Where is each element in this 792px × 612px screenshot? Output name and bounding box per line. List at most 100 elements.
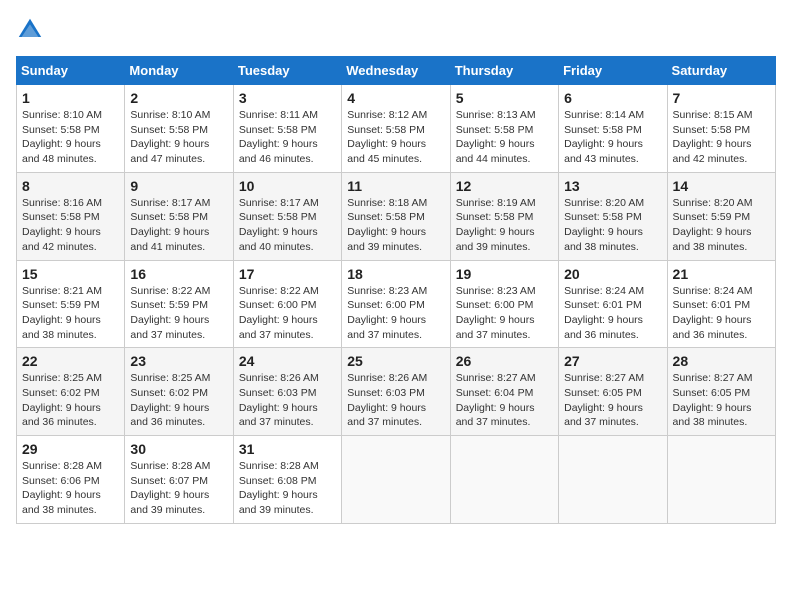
day-number: 1	[22, 90, 119, 106]
day-info: Sunrise: 8:13 AM Sunset: 5:58 PM Dayligh…	[456, 108, 553, 167]
day-number: 4	[347, 90, 444, 106]
day-info: Sunrise: 8:26 AM Sunset: 6:03 PM Dayligh…	[239, 371, 336, 430]
day-number: 17	[239, 266, 336, 282]
day-number: 25	[347, 353, 444, 369]
calendar-cell: 6Sunrise: 8:14 AM Sunset: 5:58 PM Daylig…	[559, 85, 667, 173]
calendar-cell: 20 Sunrise: 8:24 AM Sunset: 6:01 PM Dayli…	[559, 260, 667, 348]
day-info: Sunrise: 8:17 AM Sunset: 5:58 PM Dayligh…	[130, 196, 227, 255]
day-number: 29	[22, 441, 119, 457]
calendar-cell	[667, 436, 775, 524]
day-info: Sunrise: 8:11 AM Sunset: 5:58 PM Dayligh…	[239, 108, 336, 167]
day-number: 26	[456, 353, 553, 369]
calendar-cell: 18 Sunrise: 8:23 AM Sunset: 6:00 PM Dayli…	[342, 260, 450, 348]
day-info: Sunrise: 8:25 AM Sunset: 6:02 PM Dayligh…	[22, 371, 119, 430]
day-info: Sunrise: 8:23 AM Sunset: 6:00 PM Dayligh…	[347, 284, 444, 343]
day-number: 9	[130, 178, 227, 194]
day-info: Sunrise: 8:27 AM Sunset: 6:04 PM Dayligh…	[456, 371, 553, 430]
day-number: 31	[239, 441, 336, 457]
calendar-cell: 29 Sunrise: 8:28 AM Sunset: 6:06 PM Dayli…	[17, 436, 125, 524]
day-info: Sunrise: 8:26 AM Sunset: 6:03 PM Dayligh…	[347, 371, 444, 430]
calendar-header: SundayMondayTuesdayWednesdayThursdayFrid…	[17, 57, 776, 85]
weekday-header-monday: Monday	[125, 57, 233, 85]
day-info: Sunrise: 8:28 AM Sunset: 6:06 PM Dayligh…	[22, 459, 119, 518]
weekday-header-friday: Friday	[559, 57, 667, 85]
calendar-cell: 7 Sunrise: 8:15 AM Sunset: 5:58 PM Daylig…	[667, 85, 775, 173]
day-number: 7	[673, 90, 770, 106]
day-info: Sunrise: 8:28 AM Sunset: 6:08 PM Dayligh…	[239, 459, 336, 518]
day-number: 12	[456, 178, 553, 194]
calendar-cell: 8 Sunrise: 8:16 AM Sunset: 5:58 PM Daylig…	[17, 172, 125, 260]
day-number: 22	[22, 353, 119, 369]
calendar-cell: 1 Sunrise: 8:10 AM Sunset: 5:58 PM Daylig…	[17, 85, 125, 173]
day-number: 24	[239, 353, 336, 369]
calendar-cell: 25 Sunrise: 8:26 AM Sunset: 6:03 PM Dayli…	[342, 348, 450, 436]
day-number: 20	[564, 266, 661, 282]
calendar-cell: 27Sunrise: 8:27 AM Sunset: 6:05 PM Dayli…	[559, 348, 667, 436]
day-number: 18	[347, 266, 444, 282]
day-info: Sunrise: 8:14 AM Sunset: 5:58 PM Dayligh…	[564, 108, 661, 167]
logo	[16, 16, 48, 44]
calendar-cell: 23Sunrise: 8:25 AM Sunset: 6:02 PM Dayli…	[125, 348, 233, 436]
day-info: Sunrise: 8:27 AM Sunset: 6:05 PM Dayligh…	[564, 371, 661, 430]
day-info: Sunrise: 8:24 AM Sunset: 6:01 PM Dayligh…	[564, 284, 661, 343]
day-info: Sunrise: 8:10 AM Sunset: 5:58 PM Dayligh…	[22, 108, 119, 167]
weekday-header-sunday: Sunday	[17, 57, 125, 85]
day-number: 10	[239, 178, 336, 194]
calendar-week-2: 8 Sunrise: 8:16 AM Sunset: 5:58 PM Daylig…	[17, 172, 776, 260]
calendar-week-1: 1 Sunrise: 8:10 AM Sunset: 5:58 PM Daylig…	[17, 85, 776, 173]
day-number: 16	[130, 266, 227, 282]
day-number: 5	[456, 90, 553, 106]
calendar-cell: 14 Sunrise: 8:20 AM Sunset: 5:59 PM Dayli…	[667, 172, 775, 260]
calendar-cell: 2 Sunrise: 8:10 AM Sunset: 5:58 PM Daylig…	[125, 85, 233, 173]
day-number: 30	[130, 441, 227, 457]
day-number: 3	[239, 90, 336, 106]
calendar-cell: 4Sunrise: 8:12 AM Sunset: 5:58 PM Daylig…	[342, 85, 450, 173]
calendar-cell: 11 Sunrise: 8:18 AM Sunset: 5:58 PM Dayli…	[342, 172, 450, 260]
calendar-cell: 16 Sunrise: 8:22 AM Sunset: 5:59 PM Dayli…	[125, 260, 233, 348]
weekday-header-saturday: Saturday	[667, 57, 775, 85]
logo-icon	[16, 16, 44, 44]
day-info: Sunrise: 8:23 AM Sunset: 6:00 PM Dayligh…	[456, 284, 553, 343]
calendar-week-5: 29 Sunrise: 8:28 AM Sunset: 6:06 PM Dayli…	[17, 436, 776, 524]
weekday-header-thursday: Thursday	[450, 57, 558, 85]
day-info: Sunrise: 8:19 AM Sunset: 5:58 PM Dayligh…	[456, 196, 553, 255]
day-number: 13	[564, 178, 661, 194]
day-info: Sunrise: 8:16 AM Sunset: 5:58 PM Dayligh…	[22, 196, 119, 255]
calendar-cell: 15Sunrise: 8:21 AM Sunset: 5:59 PM Dayli…	[17, 260, 125, 348]
calendar-cell: 19 Sunrise: 8:23 AM Sunset: 6:00 PM Dayli…	[450, 260, 558, 348]
calendar-cell	[450, 436, 558, 524]
calendar-cell	[342, 436, 450, 524]
day-info: Sunrise: 8:17 AM Sunset: 5:58 PM Dayligh…	[239, 196, 336, 255]
calendar-cell: 26 Sunrise: 8:27 AM Sunset: 6:04 PM Dayli…	[450, 348, 558, 436]
day-info: Sunrise: 8:15 AM Sunset: 5:58 PM Dayligh…	[673, 108, 770, 167]
day-number: 11	[347, 178, 444, 194]
day-info: Sunrise: 8:22 AM Sunset: 5:59 PM Dayligh…	[130, 284, 227, 343]
calendar-week-4: 22 Sunrise: 8:25 AM Sunset: 6:02 PM Dayli…	[17, 348, 776, 436]
day-info: Sunrise: 8:10 AM Sunset: 5:58 PM Dayligh…	[130, 108, 227, 167]
day-info: Sunrise: 8:28 AM Sunset: 6:07 PM Dayligh…	[130, 459, 227, 518]
day-info: Sunrise: 8:22 AM Sunset: 6:00 PM Dayligh…	[239, 284, 336, 343]
day-number: 15	[22, 266, 119, 282]
calendar-cell: 5 Sunrise: 8:13 AM Sunset: 5:58 PM Daylig…	[450, 85, 558, 173]
calendar-cell: 22 Sunrise: 8:25 AM Sunset: 6:02 PM Dayli…	[17, 348, 125, 436]
calendar-cell: 30 Sunrise: 8:28 AM Sunset: 6:07 PM Dayli…	[125, 436, 233, 524]
calendar-cell	[559, 436, 667, 524]
day-number: 28	[673, 353, 770, 369]
day-number: 19	[456, 266, 553, 282]
page-header	[16, 16, 776, 44]
day-info: Sunrise: 8:24 AM Sunset: 6:01 PM Dayligh…	[673, 284, 770, 343]
day-number: 14	[673, 178, 770, 194]
calendar-cell: 17 Sunrise: 8:22 AM Sunset: 6:00 PM Dayli…	[233, 260, 341, 348]
calendar-cell: 31 Sunrise: 8:28 AM Sunset: 6:08 PM Dayli…	[233, 436, 341, 524]
day-number: 2	[130, 90, 227, 106]
calendar-cell: 21Sunrise: 8:24 AM Sunset: 6:01 PM Dayli…	[667, 260, 775, 348]
calendar-table: SundayMondayTuesdayWednesdayThursdayFrid…	[16, 56, 776, 524]
day-number: 8	[22, 178, 119, 194]
calendar-cell: 9 Sunrise: 8:17 AM Sunset: 5:58 PM Daylig…	[125, 172, 233, 260]
day-info: Sunrise: 8:18 AM Sunset: 5:58 PM Dayligh…	[347, 196, 444, 255]
day-info: Sunrise: 8:20 AM Sunset: 5:59 PM Dayligh…	[673, 196, 770, 255]
calendar-cell: 28Sunrise: 8:27 AM Sunset: 6:05 PM Dayli…	[667, 348, 775, 436]
weekday-header-wednesday: Wednesday	[342, 57, 450, 85]
calendar-cell: 24 Sunrise: 8:26 AM Sunset: 6:03 PM Dayli…	[233, 348, 341, 436]
day-number: 23	[130, 353, 227, 369]
